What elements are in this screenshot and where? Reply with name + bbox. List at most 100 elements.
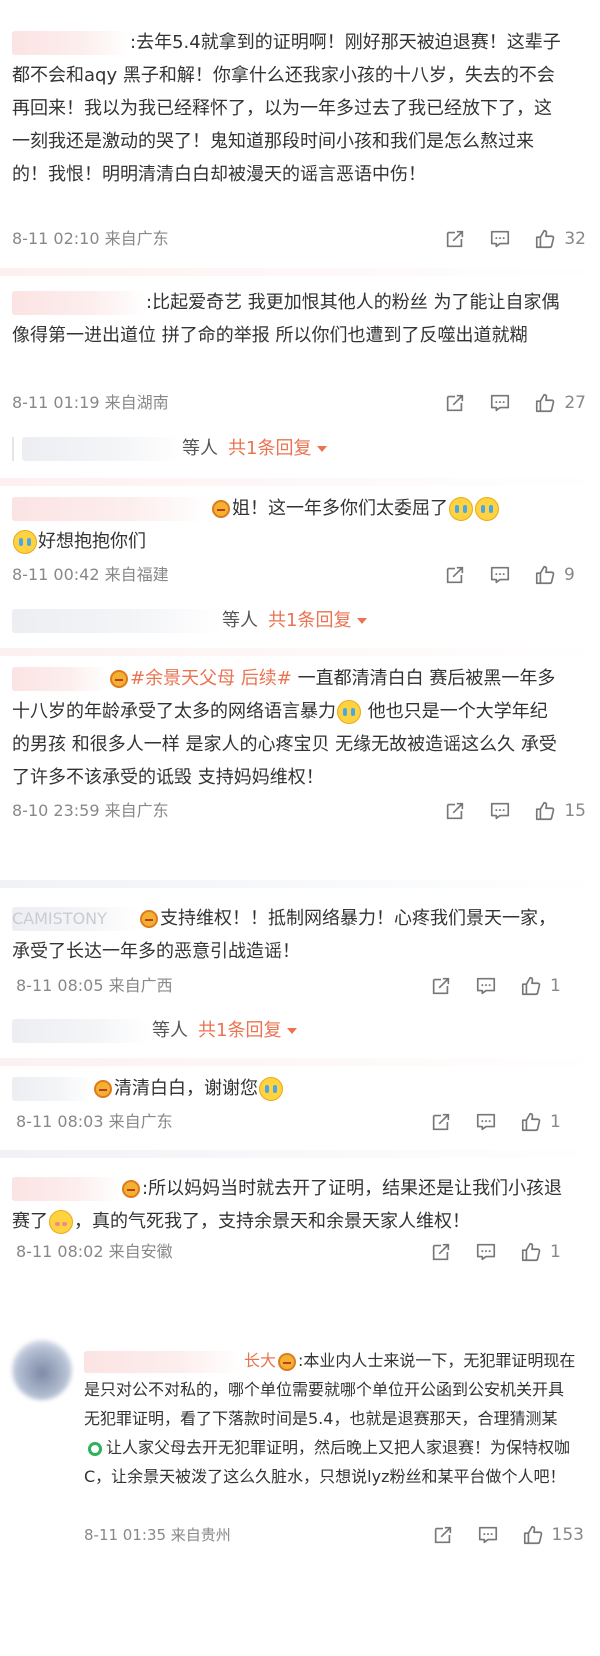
share-icon[interactable] — [444, 228, 466, 250]
comment-icon[interactable] — [475, 1111, 497, 1133]
like-icon[interactable] — [534, 228, 556, 250]
comment-icon[interactable] — [489, 800, 511, 822]
username-blurred[interactable] — [12, 31, 130, 55]
comment-1: :去年5.4就拿到的证明啊！刚好那天被迫退赛！这辈子都不会和aqy 黑子和解！你… — [0, 26, 600, 191]
comment-5: CAMISTONY 支持维权！！抵制网络暴力！心疼我们景天一家，承受了长达一年多的… — [0, 902, 600, 968]
reply-label: 等人 — [182, 438, 218, 459]
reply-user-blurred — [12, 609, 222, 633]
sad-emoji-icon — [49, 1210, 73, 1234]
like-icon[interactable] — [534, 800, 556, 822]
share-icon[interactable] — [430, 1111, 452, 1133]
crown-badge-icon — [140, 910, 158, 928]
comment-icon[interactable] — [477, 1524, 499, 1546]
green-circle-icon — [88, 1441, 102, 1456]
like-count: 9 — [564, 565, 575, 585]
like-icon[interactable] — [520, 1111, 542, 1133]
like-count: 32 — [564, 229, 586, 249]
view-replies-link[interactable]: 共1条回复 — [198, 1020, 281, 1041]
comment-text: 好想抱抱你们 — [38, 531, 146, 552]
comment-text: 清清白白，谢谢您 — [114, 1078, 258, 1099]
like-count: 1 — [550, 1112, 561, 1132]
divider — [0, 1150, 600, 1158]
share-icon[interactable] — [444, 800, 466, 822]
username-blurred[interactable] — [12, 667, 108, 691]
crown-badge-icon — [110, 670, 128, 688]
comment-1-meta: 8-11 02:10 来自广东 32 — [0, 225, 600, 253]
timestamp: 8-10 23:59 来自广东 — [12, 801, 169, 820]
reply-label: 等人 — [152, 1020, 188, 1041]
like-count: 1 — [550, 976, 561, 996]
divider — [0, 1058, 600, 1066]
timestamp: 8-11 02:10 来自广东 — [12, 229, 169, 248]
hashtag-link[interactable]: #余景天父母 后续# — [130, 668, 292, 689]
chevron-down-icon[interactable] — [317, 446, 328, 452]
share-icon[interactable] — [444, 564, 466, 586]
timestamp: 8-11 00:42 来自福建 — [12, 565, 169, 584]
crying-emoji-icon — [337, 700, 361, 724]
view-replies-link[interactable]: 共1条回复 — [228, 438, 311, 459]
comment-text: 让人家父母去开无犯罪证明，然后晚上又把人家退赛！为保特权咖C，让余景天被泼了这么… — [84, 1438, 571, 1486]
comment-2: :比起爱奇艺 我更加恨其他人的粉丝 为了能让自家偶像得第一进出道位 拼了命的举报… — [0, 286, 600, 352]
comment-7: :所以妈妈当时就去开了证明，结果还是让我们小孩退赛了 ，真的气死我了，支持余景天和… — [0, 1172, 600, 1238]
like-icon[interactable] — [534, 564, 556, 586]
comment-icon[interactable] — [489, 228, 511, 250]
timestamp: 8-11 01:19 来自湖南 — [12, 393, 169, 412]
comment-6: 清清白白，谢谢您 — [0, 1072, 600, 1105]
comment-8-meta: 8-11 01:35 来自贵州 153 — [0, 1521, 600, 1549]
reply-summary-3[interactable]: 等人 共1条回复 — [0, 1016, 600, 1046]
comment-icon[interactable] — [475, 975, 497, 997]
crying-emoji-icon — [13, 530, 37, 554]
username-blurred[interactable]: CAMISTONY — [12, 907, 138, 931]
reply-label: 等人 — [222, 610, 258, 631]
reply-user-blurred — [22, 437, 182, 461]
username-blurred[interactable] — [12, 1077, 92, 1101]
username-blurred[interactable] — [12, 1177, 120, 1201]
crown-badge-icon — [278, 1352, 297, 1371]
username-fragment[interactable]: 长大 — [244, 1351, 276, 1370]
crown-badge-icon — [212, 500, 230, 518]
chevron-down-icon[interactable] — [287, 1028, 298, 1034]
view-replies-link[interactable]: 共1条回复 — [268, 610, 351, 631]
username-blurred[interactable] — [12, 497, 210, 521]
share-icon[interactable] — [430, 975, 452, 997]
comment-text: ，真的气死我了，支持余景天和余景天家人维权！ — [74, 1211, 470, 1232]
timestamp: 8-11 08:05 来自广西 — [16, 976, 173, 995]
share-icon[interactable] — [430, 1241, 452, 1263]
like-count: 1 — [550, 1242, 561, 1262]
share-icon[interactable] — [432, 1524, 454, 1546]
crying-emoji-icon — [259, 1077, 283, 1101]
comment-icon[interactable] — [489, 392, 511, 414]
reply-summary-1[interactable]: 等人 共1条回复 — [0, 434, 600, 464]
username-blurred[interactable] — [12, 291, 146, 315]
comment-4: #余景天父母 后续# 一直都清清白白 赛后被黑一年多 十八岁的年龄承受了太多的网… — [0, 662, 600, 794]
comment-4-meta: 8-10 23:59 来自广东 15 — [0, 797, 600, 825]
divider — [0, 268, 600, 276]
reply-bar — [12, 437, 14, 461]
like-icon[interactable] — [520, 1241, 542, 1263]
like-icon[interactable] — [520, 975, 542, 997]
reply-summary-2[interactable]: 等人 共1条回复 — [0, 606, 600, 636]
timestamp: 8-11 01:35 来自贵州 — [84, 1526, 231, 1544]
comment-6-meta: 8-11 08:03 来自广东 1 — [0, 1108, 600, 1136]
divider — [0, 478, 600, 486]
chevron-down-icon[interactable] — [357, 618, 368, 624]
username-blurred[interactable] — [84, 1350, 244, 1373]
comment-7-meta: 8-11 08:02 来自安徽 1 — [0, 1238, 600, 1266]
like-icon[interactable] — [522, 1524, 544, 1546]
divider — [0, 648, 600, 656]
share-icon[interactable] — [444, 392, 466, 414]
avatar[interactable] — [12, 1340, 72, 1400]
comment-3: 姐！这一年多你们太委屈了好想抱抱你们 — [0, 492, 600, 558]
like-count: 15 — [564, 801, 586, 821]
crying-emoji-icon — [475, 497, 499, 521]
comment-3-meta: 8-11 00:42 来自福建 9 — [0, 561, 600, 589]
divider — [0, 880, 600, 888]
comment-5-meta: 8-11 08:05 来自广西 1 — [0, 972, 600, 1000]
crown-badge-icon — [122, 1180, 140, 1198]
comment-icon[interactable] — [475, 1241, 497, 1263]
comment-text: 姐！这一年多你们太委屈了 — [232, 498, 448, 519]
like-icon[interactable] — [534, 392, 556, 414]
like-count: 27 — [564, 393, 586, 413]
crying-emoji-icon — [449, 497, 473, 521]
comment-icon[interactable] — [489, 564, 511, 586]
